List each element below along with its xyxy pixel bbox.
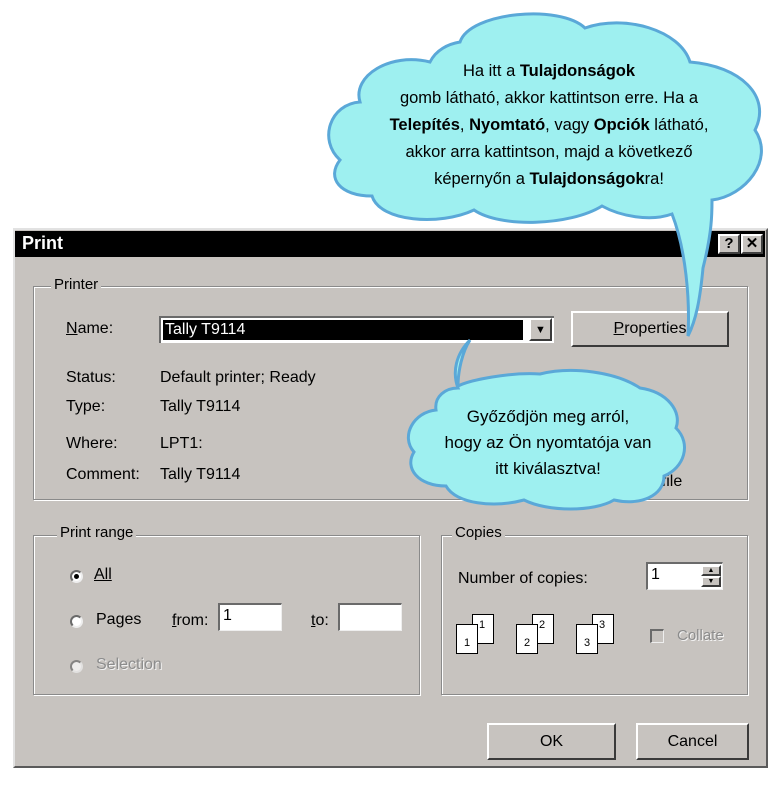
middle-callout-text: Győződjön meg arról, hogy az Ön nyomtató… bbox=[444, 407, 652, 478]
top-callout-text: Ha itt a Tulajdonságok gomb látható, akk… bbox=[389, 62, 709, 188]
